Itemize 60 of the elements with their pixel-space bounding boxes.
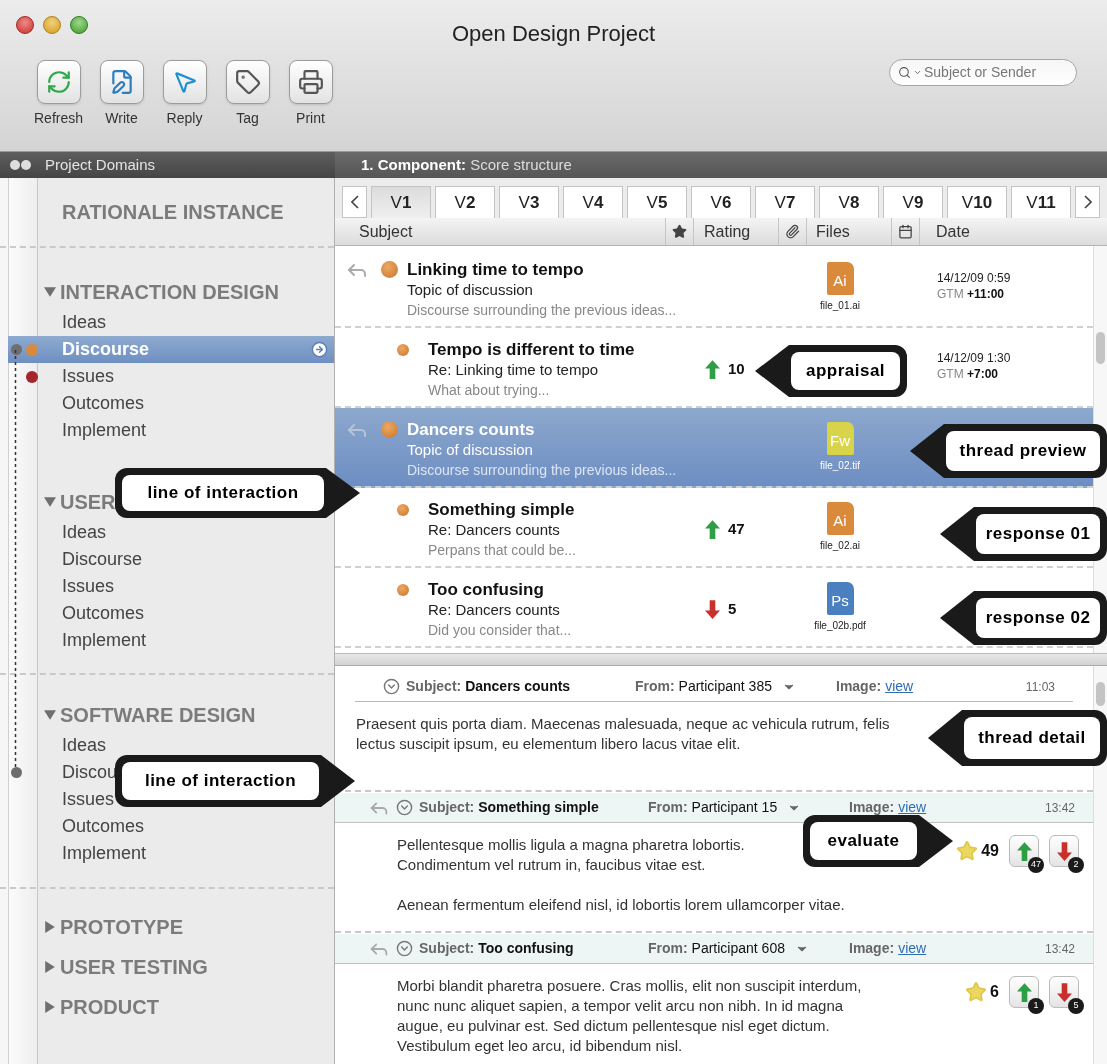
message-sender: From: Participant 15 (648, 798, 778, 817)
annotation-tooltip-label: line of interaction (122, 762, 319, 800)
message-sender: From: Participant 385 (635, 677, 772, 696)
message-title: Too confusing (428, 580, 545, 600)
window-title: Open Design Project (452, 19, 655, 48)
message-title: Dancers counts (407, 420, 536, 440)
vote-count-badge: 2 (1068, 857, 1084, 873)
message-subject: Subject: Something simple (419, 798, 600, 817)
rating-value: 47 (728, 519, 745, 539)
message-subtitle: Topic of discussion (407, 440, 534, 460)
message-time: 13:42 (1044, 799, 1075, 817)
message-preview: What about trying... (428, 381, 551, 400)
message-body: Morbi blandit pharetra posuere. Cras mollis, elit non suscipit interdum, nunc nunc aliquet sapien, a tempor velit arcu non nibh. In id magna augue, eu pulvinar est. Sed dictum pellentesque nisl eget dictum. Vestibulum eget leo arcu, id bibendum nisl. (397, 976, 863, 1056)
message-body: Praesent quis porta diam. Maecenas malesuada, neque ac vehicula rutrum, felis lectus suscipit ipsum, eu elementum libero lacus vitae elit. (356, 714, 891, 754)
annotation-tooltip-label: thread detail (964, 717, 1100, 759)
file-name: file_01.ai (820, 299, 860, 313)
message-preview: Discourse surrounding the previous ideas... (407, 461, 677, 480)
score-value: 49 (981, 841, 999, 861)
rating-value: 10 (728, 359, 745, 379)
vote-count-badge: 1 (1028, 998, 1044, 1014)
annotation-tooltip-label: appraisal (791, 352, 900, 390)
message-date: 14/12/09 1:30 (937, 350, 1012, 366)
message-subject: Subject: Dancers counts (406, 677, 572, 696)
time-zone: GTM +7:00 (937, 366, 1000, 382)
time-zone: GTM +11:00 (937, 286, 1006, 302)
message-body: Aenean fermentum eleifend nisl, id lobortis lorem ullamcorper vitae. (397, 895, 846, 915)
sidebar-header: Project Domains (0, 152, 335, 178)
message-preview: Perpans that could be... (428, 541, 576, 560)
message-title: Tempo is different to time (428, 340, 635, 360)
message-subtitle: Re: Dancers counts (428, 520, 561, 540)
vote-count-badge: 5 (1068, 998, 1084, 1014)
image-label: Image: (849, 798, 895, 817)
annotation-tooltip-label: thread preview (946, 431, 1100, 471)
message-subtitle: Re: Linking time to tempo (428, 360, 600, 380)
annotation-tooltip-label: response 01 (976, 514, 1100, 554)
file-name: file_02.tif (820, 459, 860, 473)
message-subtitle: Re: Dancers counts (428, 600, 561, 620)
message-time: 11:03 (1025, 678, 1055, 696)
file-name: file_02b.pdf (814, 619, 866, 633)
message-time: 13:42 (1044, 940, 1075, 958)
annotation-tooltip-label: line of interaction (122, 475, 324, 511)
image-label: Image: (849, 939, 895, 958)
score-value: 6 (990, 982, 999, 1002)
annotation-tooltip-label: response 02 (976, 598, 1100, 638)
message-date: 14/12/09 0:59 (937, 270, 1012, 286)
message-subtitle: Topic of discussion (407, 280, 534, 300)
annotation-tooltip-label: evaluate (810, 822, 917, 860)
message-title: Linking time to tempo (407, 260, 585, 280)
message-preview: Discourse surrounding the previous ideas... (407, 301, 677, 320)
message-subject: Subject: Too confusing (419, 939, 575, 958)
message-preview: Did you consider that... (428, 621, 572, 640)
sidebar-title: RATIONALE INSTANCE (62, 200, 284, 225)
component-title: 1. Component: Score structure (361, 154, 572, 175)
message-title: Something simple (428, 500, 576, 520)
message-sender: From: Participant 608 (648, 939, 785, 958)
vote-count-badge: 47 (1028, 857, 1044, 873)
rating-value: 5 (728, 599, 737, 619)
file-name: file_02.ai (820, 539, 860, 553)
image-label: Image: (836, 677, 882, 696)
message-body: Pellentesque mollis ligula a magna pharetra lobortis. Condimentum vel rutrum in, faucibus vitae est. (397, 835, 746, 875)
